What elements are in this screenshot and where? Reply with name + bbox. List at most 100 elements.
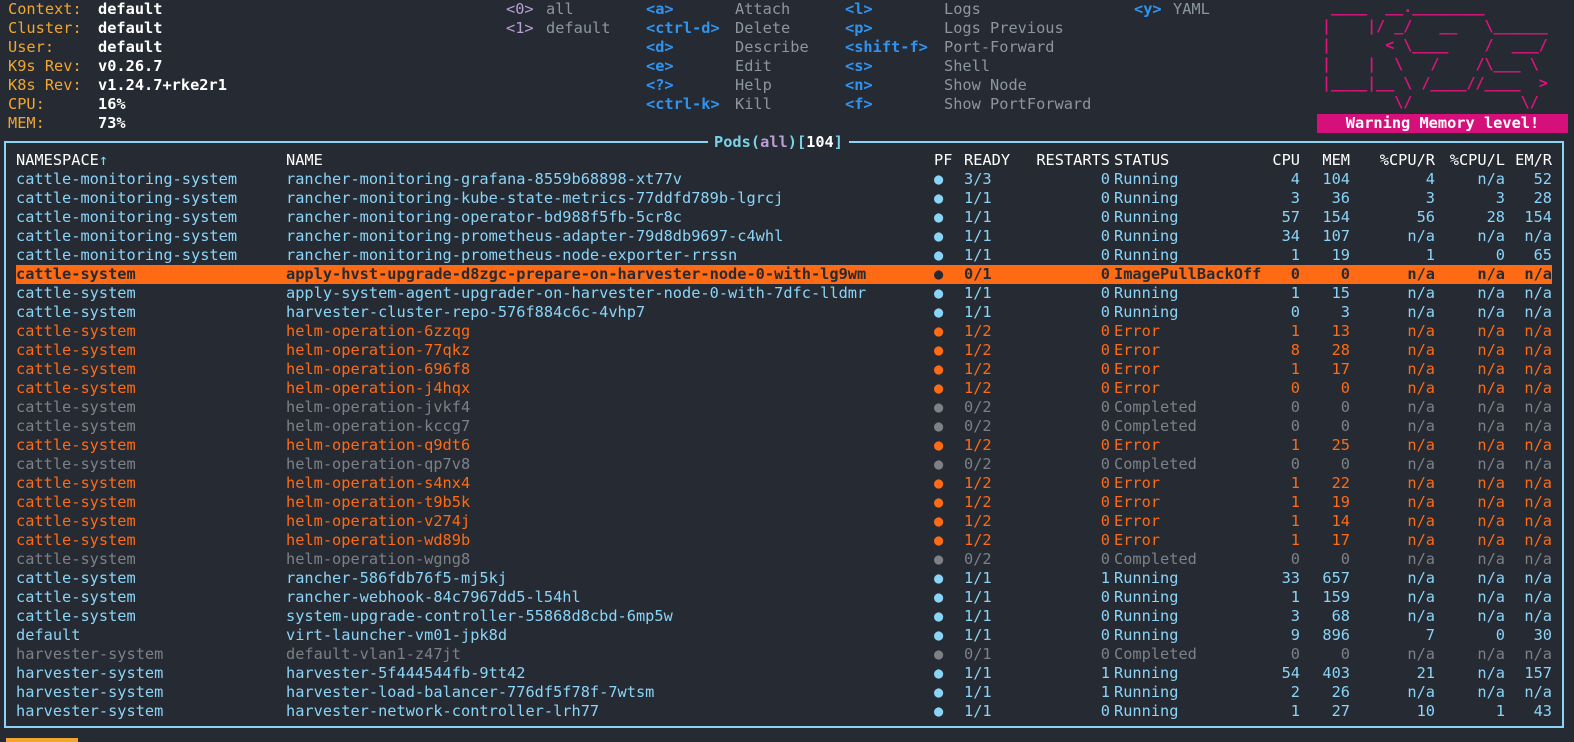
table-row[interactable]: default virt-launcher-vm01-jpk8d ● 1/1 0 Runn… [16, 626, 1552, 645]
port-forward-dot-icon: ● [934, 664, 944, 682]
column-header[interactable]: PF [934, 151, 952, 170]
cell-emr: n/a [1524, 607, 1552, 625]
shortcut-label[interactable]: Logs Previous [944, 19, 1064, 38]
cell-name: harvester-cluster-repo-576f884c6c-4vhp7 [286, 303, 646, 321]
shortcut-key[interactable]: <?> [646, 76, 674, 95]
cell-cpu: 2 [1290, 683, 1300, 701]
shortcut-label[interactable]: Help [735, 76, 772, 95]
cell-name: rancher-586fdb76f5-mj5kj [286, 569, 508, 587]
shortcut-label[interactable]: Attach [735, 0, 790, 19]
cell-ns: cattle-system [16, 322, 136, 340]
cell-mem: 15 [1331, 284, 1350, 302]
namespace-shortcut-label[interactable]: all [546, 0, 574, 19]
table-row[interactable]: cattle-system helm-operation-q9dt6 ● 1/2 0 Er… [16, 436, 1552, 455]
table-row[interactable]: cattle-system helm-operation-s4nx4 ● 1/2 0 Er… [16, 474, 1552, 493]
table-row[interactable]: cattle-system helm-operation-77qkz ● 1/2 0 Er… [16, 341, 1552, 360]
namespace-shortcut-key[interactable]: <1> [506, 19, 534, 38]
table-row[interactable]: cattle-system helm-operation-j4hqx ● 1/2 0 Er… [16, 379, 1552, 398]
table-row[interactable]: cattle-system system-upgrade-controller-5… [16, 607, 1552, 626]
shortcut-label[interactable]: Shell [944, 57, 990, 76]
column-header[interactable]: EM/R [1508, 151, 1552, 170]
namespace-shortcut-key[interactable]: <0> [506, 0, 534, 19]
shortcut-label[interactable]: Show Node [944, 76, 1027, 95]
shortcut-key[interactable]: <a> [646, 0, 674, 19]
cell-cpu: 8 [1290, 341, 1300, 359]
column-header[interactable]: %CPU/R [1368, 151, 1435, 170]
shortcut-key[interactable]: <n> [845, 76, 873, 95]
shortcut-key[interactable]: <d> [646, 38, 674, 57]
cell-emr: n/a [1524, 683, 1552, 701]
cell-restarts: 0 [1100, 284, 1110, 302]
table-row[interactable]: harvester-system harvester-network-contro… [16, 702, 1552, 721]
table-row[interactable]: cattle-system helm-operation-v274j ● 1/2 0 Er… [16, 512, 1552, 531]
column-header[interactable]: RESTARTS [1024, 151, 1110, 170]
shortcut-label[interactable]: Edit [735, 57, 772, 76]
port-forward-dot-icon: ● [934, 284, 944, 302]
shortcut-key[interactable]: <ctrl-k> [646, 95, 720, 114]
shortcut-label[interactable]: YAML [1173, 0, 1210, 19]
shortcut-key[interactable]: <f> [845, 95, 873, 114]
shortcut-key[interactable]: <l> [845, 0, 873, 19]
cell-name: rancher-monitoring-grafana-8559b68898-xt… [286, 170, 683, 188]
port-forward-dot-icon: ● [934, 189, 944, 207]
cell-ns: cattle-system [16, 531, 136, 549]
cell-cpul: n/a [1477, 474, 1505, 492]
table-row[interactable]: cattle-system helm-operation-qp7v8 ● 0/2 0 Co… [16, 455, 1552, 474]
shortcut-key[interactable]: <e> [646, 57, 674, 76]
shortcut-key[interactable]: <p> [845, 19, 873, 38]
shortcut-label[interactable]: Describe [735, 38, 809, 57]
table-row[interactable]: cattle-system apply-hvst-upgrade-d8zgc-pr… [16, 265, 1552, 284]
table-row[interactable]: cattle-system harvester-cluster-repo-576f… [16, 303, 1552, 322]
cell-status: Completed [1114, 455, 1197, 473]
column-header[interactable]: NAME [286, 151, 323, 170]
table-header-row: NAMESPACE↑ NAME PF READY RESTARTS STATUS CPU ME… [16, 151, 1552, 170]
cell-cpur: n/a [1407, 550, 1435, 568]
column-header[interactable]: MEM [1305, 151, 1350, 170]
shortcut-key[interactable]: <ctrl-d> [646, 19, 720, 38]
column-header[interactable]: NAMESPACE↑ [16, 151, 108, 170]
table-row[interactable]: cattle-system apply-system-agent-upgrader… [16, 284, 1552, 303]
table-row[interactable]: cattle-monitoring-system rancher-monitori… [16, 208, 1552, 227]
port-forward-dot-icon: ● [934, 512, 944, 530]
shortcut-label[interactable]: Kill [735, 95, 772, 114]
table-row[interactable]: cattle-system helm-operation-wd89b ● 1/2 0 Er… [16, 531, 1552, 550]
shortcut-key[interactable]: <y> [1134, 0, 1162, 19]
cell-mem: 19 [1331, 246, 1350, 264]
shortcut-label[interactable]: Logs [944, 0, 981, 19]
column-header[interactable]: READY [964, 151, 1010, 170]
cell-cpul: n/a [1477, 683, 1505, 701]
shortcut-label[interactable]: Show PortForward [944, 95, 1091, 114]
table-row[interactable]: cattle-system helm-operation-696f8 ● 1/2 0 Er… [16, 360, 1552, 379]
column-header[interactable]: %CPU/L [1440, 151, 1505, 170]
cell-mem: 0 [1340, 645, 1350, 663]
cell-restarts: 1 [1100, 683, 1110, 701]
cell-emr: 157 [1524, 664, 1552, 682]
table-row[interactable]: cattle-system rancher-webhook-84c7967dd5-… [16, 588, 1552, 607]
port-forward-dot-icon: ● [934, 360, 944, 378]
table-row[interactable]: cattle-monitoring-system rancher-monitori… [16, 189, 1552, 208]
table-row[interactable]: cattle-monitoring-system rancher-monitori… [16, 227, 1552, 246]
context-label: K9s Rev: [8, 57, 82, 75]
cell-ns: cattle-system [16, 417, 136, 435]
table-row[interactable]: harvester-system harvester-load-balancer-… [16, 683, 1552, 702]
shortcut-label[interactable]: Port-Forward [944, 38, 1055, 57]
column-header[interactable]: STATUS [1114, 151, 1169, 170]
table-row[interactable]: cattle-monitoring-system rancher-monitori… [16, 170, 1552, 189]
shortcut-label[interactable]: Delete [735, 19, 790, 38]
cell-restarts: 0 [1100, 379, 1110, 397]
cell-ns: cattle-system [16, 284, 136, 302]
shortcut-key[interactable]: <shift-f> [845, 38, 928, 57]
table-row[interactable]: cattle-system helm-operation-6zzqg ● 1/2 0 Er… [16, 322, 1552, 341]
table-row[interactable]: cattle-system helm-operation-t9b5k ● 1/2 0 Er… [16, 493, 1552, 512]
column-header[interactable]: CPU [1266, 151, 1300, 170]
table-row[interactable]: harvester-system harvester-5f444544fb-9tt… [16, 664, 1552, 683]
table-row[interactable]: cattle-system helm-operation-jvkf4 ● 0/2 0 Co… [16, 398, 1552, 417]
table-row[interactable]: harvester-system default-vlan1-z47jt ● 0/1 0… [16, 645, 1552, 664]
cell-ready: 0/2 [964, 455, 992, 473]
shortcut-key[interactable]: <s> [845, 57, 873, 76]
table-row[interactable]: cattle-system helm-operation-kccg7 ● 0/2 0 Co… [16, 417, 1552, 436]
table-row[interactable]: cattle-monitoring-system rancher-monitori… [16, 246, 1552, 265]
namespace-shortcut-label[interactable]: default [546, 19, 610, 38]
table-row[interactable]: cattle-system rancher-586fdb76f5-mj5kj ● 1/… [16, 569, 1552, 588]
table-row[interactable]: cattle-system helm-operation-wgng8 ● 0/2 0 Co… [16, 550, 1552, 569]
